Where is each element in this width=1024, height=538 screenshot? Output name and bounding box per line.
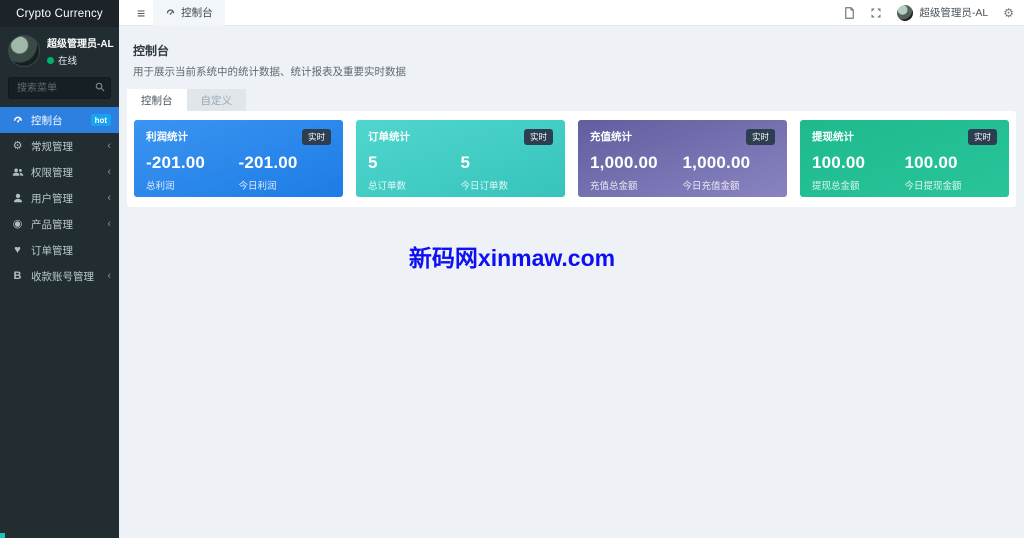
- navbar-avatar: [897, 4, 914, 21]
- user-panel: 超级管理员-AL 在线: [0, 27, 119, 73]
- stat-value: 1,000.00: [590, 153, 658, 172]
- product-icon: ◉: [12, 217, 23, 230]
- file-icon[interactable]: [844, 6, 855, 19]
- chevron-left-icon: ‹: [107, 270, 111, 282]
- stat-card-withdraw: 提现统计 实时 100.00 提现总金额 100.00 今日提现金额: [800, 120, 1009, 197]
- chevron-left-icon: ‹: [107, 218, 111, 230]
- stat-value: -201.00: [146, 153, 206, 172]
- sidebar-item-permissions[interactable]: 权限管理 ‹: [0, 159, 119, 185]
- sidebar-item-label: 权限管理: [31, 166, 73, 179]
- sidebar-item-label: 用户管理: [31, 192, 73, 205]
- stat-label: 今日提现金额: [904, 181, 962, 192]
- app-logo: Crypto Currency: [0, 0, 119, 27]
- card-title: 提现统计: [812, 131, 854, 143]
- navbar-user-menu[interactable]: 超级管理员-AL: [897, 4, 989, 21]
- sidebar-menu: 控制台 hot ⚙ 常规管理 ‹ 权限管理 ‹ 用户管理 ‹ ◉ 产品管理 ‹: [0, 107, 119, 289]
- sidebar-item-products[interactable]: ◉ 产品管理 ‹: [0, 211, 119, 237]
- tab-custom[interactable]: 自定义: [186, 89, 246, 111]
- chevron-left-icon: ‹: [107, 166, 111, 178]
- stat-card-profit: 利润统计 实时 -201.00 总利润 -201.00 今日利润: [134, 120, 343, 197]
- user-avatar[interactable]: [8, 35, 40, 67]
- corner-accent: [0, 533, 5, 538]
- sidebar-item-users[interactable]: 用户管理 ‹: [0, 185, 119, 211]
- stat-cards: 利润统计 实时 -201.00 总利润 -201.00 今日利润 订单统计 实时…: [134, 120, 1009, 197]
- user-icon: [11, 192, 24, 204]
- user-status: 在线: [47, 53, 114, 67]
- watermark-text: 新码网xinmaw.com: [408, 245, 616, 271]
- stat-value: 100.00: [812, 153, 866, 172]
- content-tabs: 控制台 自定义: [127, 89, 1016, 111]
- sidebar-item-label: 收款账号管理: [31, 270, 94, 283]
- sidebar-item-label: 产品管理: [31, 218, 73, 231]
- realtime-badge: 实时: [301, 129, 331, 145]
- card-title: 充值统计: [590, 131, 632, 143]
- menu-toggle-icon[interactable]: ≡: [129, 6, 153, 20]
- page-description: 用于展示当前系统中的统计数据、统计报表及重要实时数据: [133, 66, 406, 78]
- tab-dashboard[interactable]: 控制台: [127, 89, 187, 111]
- sidebar-item-label: 控制台: [31, 114, 63, 127]
- bank-icon: B: [13, 269, 22, 282]
- settings-gear-icon[interactable]: ⚙: [1003, 7, 1014, 19]
- gears-icon: ⚙: [12, 139, 23, 152]
- sidebar-item-payment-accounts[interactable]: B 收款账号管理 ‹: [0, 263, 119, 289]
- stat-label: 今日利润: [238, 181, 277, 192]
- search-icon[interactable]: [95, 82, 105, 92]
- breadcrumb-tab-dashboard[interactable]: 控制台: [153, 0, 225, 26]
- stat-label: 提现总金额: [812, 181, 860, 192]
- stat-value: 5: [460, 153, 471, 172]
- hot-badge: hot: [90, 114, 111, 126]
- stat-label: 总利润: [146, 181, 175, 192]
- fullscreen-icon[interactable]: [870, 7, 882, 19]
- sidebar-search: [8, 77, 111, 99]
- page-title: 控制台: [133, 44, 170, 58]
- chevron-left-icon: ‹: [107, 192, 111, 204]
- sidebar-item-dashboard[interactable]: 控制台 hot: [0, 107, 119, 133]
- sidebar-item-orders[interactable]: ♥ 订单管理: [0, 237, 119, 263]
- stat-value: 100.00: [904, 153, 958, 172]
- realtime-badge: 实时: [745, 129, 775, 145]
- stat-value: -201.00: [238, 153, 298, 172]
- online-status-label: 在线: [58, 56, 78, 67]
- stat-label: 今日订单数: [460, 181, 509, 192]
- stat-value: 1,000.00: [682, 153, 751, 172]
- stats-panel: 利润统计 实时 -201.00 总利润 -201.00 今日利润 订单统计 实时…: [127, 111, 1016, 207]
- sidebar: Crypto Currency 超级管理员-AL 在线 控制台 hot ⚙ 常规…: [0, 0, 119, 538]
- navbar-right: 超级管理员-AL ⚙: [844, 4, 1014, 21]
- online-status-dot: [47, 56, 54, 64]
- stat-card-recharge: 充值统计 实时 1,000.00 充值总金额 1,000.00 今日充值金额: [578, 120, 787, 197]
- chevron-left-icon: ‹: [107, 140, 111, 152]
- user-name: 超级管理员-AL: [47, 39, 114, 50]
- realtime-badge: 实时: [523, 129, 553, 145]
- realtime-badge: 实时: [967, 129, 997, 145]
- navbar-username: 超级管理员-AL: [919, 7, 989, 19]
- user-group-icon: [11, 166, 24, 178]
- card-title: 订单统计: [368, 131, 410, 143]
- stat-label: 总订单数: [368, 181, 407, 192]
- stat-value: 5: [368, 153, 378, 172]
- stat-label: 充值总金额: [590, 181, 638, 192]
- sidebar-item-label: 常规管理: [31, 140, 73, 153]
- page-header: 控制台 用于展示当前系统中的统计数据、统计报表及重要实时数据: [127, 38, 1016, 79]
- breadcrumb-label: 控制台: [181, 7, 213, 19]
- card-title: 利润统计: [146, 131, 188, 143]
- content-area: 控制台 用于展示当前系统中的统计数据、统计报表及重要实时数据 控制台 自定义 利…: [119, 26, 1024, 538]
- dashboard-icon: [165, 7, 176, 18]
- heart-icon: ♥: [14, 243, 21, 256]
- stat-label: 今日充值金额: [682, 181, 740, 192]
- sidebar-item-label: 订单管理: [31, 244, 73, 257]
- stat-card-orders: 订单统计 实时 5 总订单数 5 今日订单数: [356, 120, 565, 197]
- gauge-icon: [11, 114, 24, 126]
- sidebar-item-general[interactable]: ⚙ 常规管理 ‹: [0, 133, 119, 159]
- top-navbar: ≡ 控制台 超级管理员-AL ⚙: [119, 0, 1024, 26]
